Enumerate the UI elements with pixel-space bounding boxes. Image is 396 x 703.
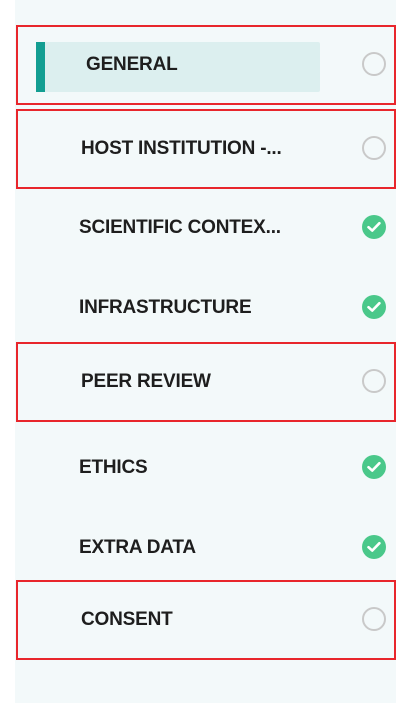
step-label: PEER REVIEW bbox=[81, 371, 211, 392]
step-peer-review[interactable]: PEER REVIEW bbox=[16, 342, 396, 422]
step-ethics[interactable]: ETHICS bbox=[16, 428, 396, 508]
step-host-institution[interactable]: HOST INSTITUTION -... bbox=[16, 109, 396, 189]
empty-circle-icon bbox=[362, 52, 386, 76]
step-label: INFRASTRUCTURE bbox=[79, 297, 252, 318]
step-extra-data[interactable]: EXTRA DATA bbox=[16, 508, 396, 588]
step-general[interactable]: GENERAL bbox=[16, 25, 396, 105]
step-label: SCIENTIFIC CONTEX... bbox=[79, 217, 281, 238]
step-label: CONSENT bbox=[81, 609, 173, 630]
step-label: GENERAL bbox=[86, 54, 178, 75]
step-label: ETHICS bbox=[79, 457, 148, 478]
step-scientific-context[interactable]: SCIENTIFIC CONTEX... bbox=[16, 188, 396, 268]
step-infrastructure[interactable]: INFRASTRUCTURE bbox=[16, 268, 396, 348]
check-circle-icon bbox=[362, 215, 386, 239]
empty-circle-icon bbox=[362, 136, 386, 160]
check-circle-icon bbox=[362, 455, 386, 479]
step-label: HOST INSTITUTION -... bbox=[81, 138, 282, 159]
step-label: EXTRA DATA bbox=[79, 537, 196, 558]
check-circle-icon bbox=[362, 295, 386, 319]
check-circle-icon bbox=[362, 535, 386, 559]
active-step-indicator bbox=[36, 42, 45, 92]
empty-circle-icon bbox=[362, 607, 386, 631]
active-step-background bbox=[36, 42, 320, 92]
step-consent[interactable]: CONSENT bbox=[16, 580, 396, 660]
empty-circle-icon bbox=[362, 369, 386, 393]
